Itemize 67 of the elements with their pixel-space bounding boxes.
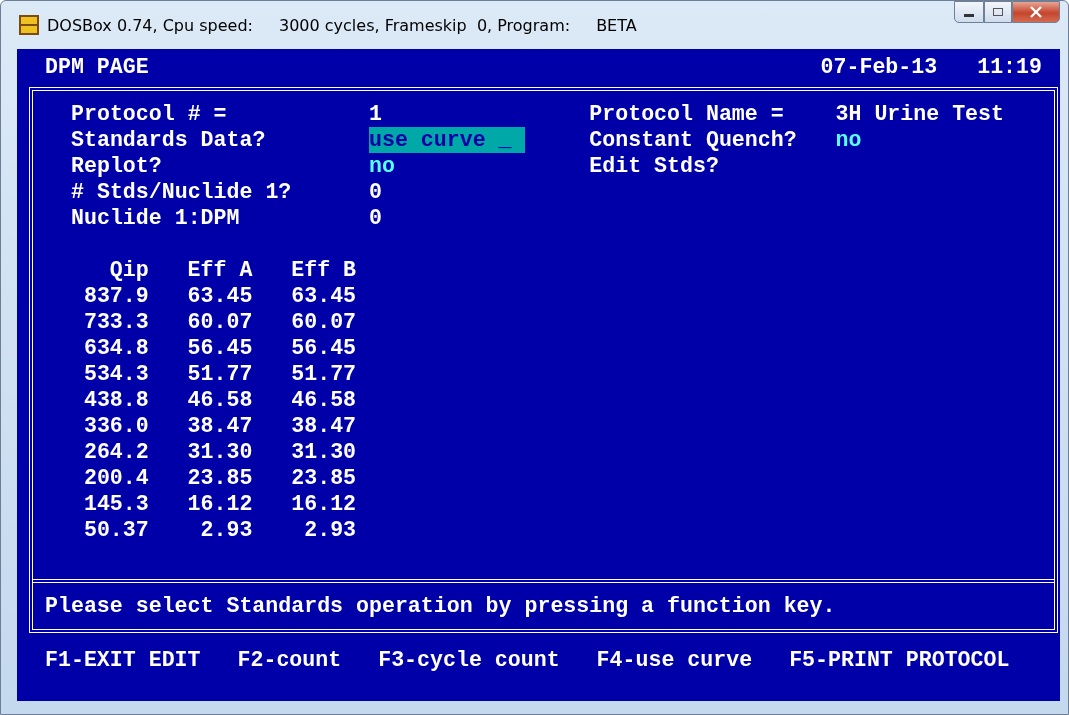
app-icon (19, 15, 39, 35)
time-text: 11:19 (977, 54, 1042, 80)
maximize-button[interactable] (984, 1, 1012, 23)
field-value: 0 (369, 205, 382, 231)
table-cell: 336.0 (83, 413, 149, 439)
table-cell: 50.37 (83, 517, 149, 543)
table-cell: 634.8 (83, 335, 149, 361)
field-label: Constant Quench? (589, 127, 798, 153)
column-header: Qip (109, 257, 149, 283)
page-title: DPM PAGE (45, 54, 149, 80)
table-cell: 438.8 (83, 387, 149, 413)
minimize-button[interactable] (954, 1, 984, 23)
table-cell: 51.77 (187, 361, 253, 387)
function-key-label[interactable]: F2-count (237, 647, 342, 673)
table-cell: 16.12 (291, 491, 357, 517)
table-cell: 60.07 (291, 309, 357, 335)
window-title: 3000 cycles, Frameskip 0, Program: (279, 15, 571, 35)
field-label: Standards Data? (71, 127, 267, 153)
table-cell: 56.45 (187, 335, 253, 361)
field-label: Protocol Name = (589, 101, 785, 127)
field-label: Edit Stds? (589, 153, 720, 179)
column-header: Eff B (291, 257, 357, 283)
close-button[interactable] (1012, 1, 1060, 23)
column-header: Eff A (187, 257, 253, 283)
table-cell: 264.2 (83, 439, 149, 465)
table-cell: 200.4 (83, 465, 149, 491)
table-cell: 60.07 (187, 309, 253, 335)
option-value[interactable]: no (369, 153, 395, 179)
option-value[interactable]: no (835, 127, 862, 153)
field-value: 3H Urine Test (835, 101, 1004, 127)
table-cell: 145.3 (83, 491, 149, 517)
table-cell: 51.77 (291, 361, 357, 387)
status-message: Please select Standards operation by pressing a function key. (45, 593, 836, 619)
field-label: Replot? (71, 153, 163, 179)
table-cell: 31.30 (187, 439, 253, 465)
field-value: 1 (369, 101, 382, 127)
window-title: BETA (596, 15, 637, 35)
input-field[interactable]: use curve _ (369, 127, 525, 153)
table-cell: 23.85 (291, 465, 357, 491)
maximize-icon (992, 7, 1004, 17)
function-key-label[interactable]: F1-EXIT EDIT (45, 647, 201, 673)
field-label: # Stds/Nuclide 1? (71, 179, 293, 205)
field-label: Protocol # = (71, 101, 228, 127)
field-value: 0 (369, 179, 382, 205)
function-key-label[interactable]: F4-use curve (596, 647, 753, 673)
table-cell: 23.85 (187, 465, 253, 491)
table-cell: 56.45 (291, 335, 357, 361)
table-cell: 733.3 (83, 309, 149, 335)
table-cell: 63.45 (187, 283, 253, 309)
table-cell: 837.9 (83, 283, 149, 309)
window-title: DOSBox 0.74, Cpu speed: (47, 15, 253, 35)
minimize-icon (964, 13, 974, 17)
table-cell: 63.45 (291, 283, 357, 309)
function-key-label[interactable]: F3-cycle count (378, 647, 560, 673)
table-cell: 38.47 (291, 413, 357, 439)
table-cell: 2.93 (304, 517, 357, 543)
function-key-label[interactable]: F5-PRINT PROTOCOL (789, 647, 1010, 673)
table-cell: 46.58 (291, 387, 357, 413)
close-icon (1029, 6, 1043, 18)
table-cell: 2.93 (200, 517, 253, 543)
table-cell: 534.3 (83, 361, 149, 387)
table-cell: 16.12 (187, 491, 253, 517)
field-label: Nuclide 1:DPM (71, 205, 241, 231)
date-text: 07-Feb-13 (820, 54, 938, 80)
table-cell: 31.30 (291, 439, 357, 465)
table-cell: 38.47 (187, 413, 253, 439)
table-cell: 46.58 (187, 387, 253, 413)
